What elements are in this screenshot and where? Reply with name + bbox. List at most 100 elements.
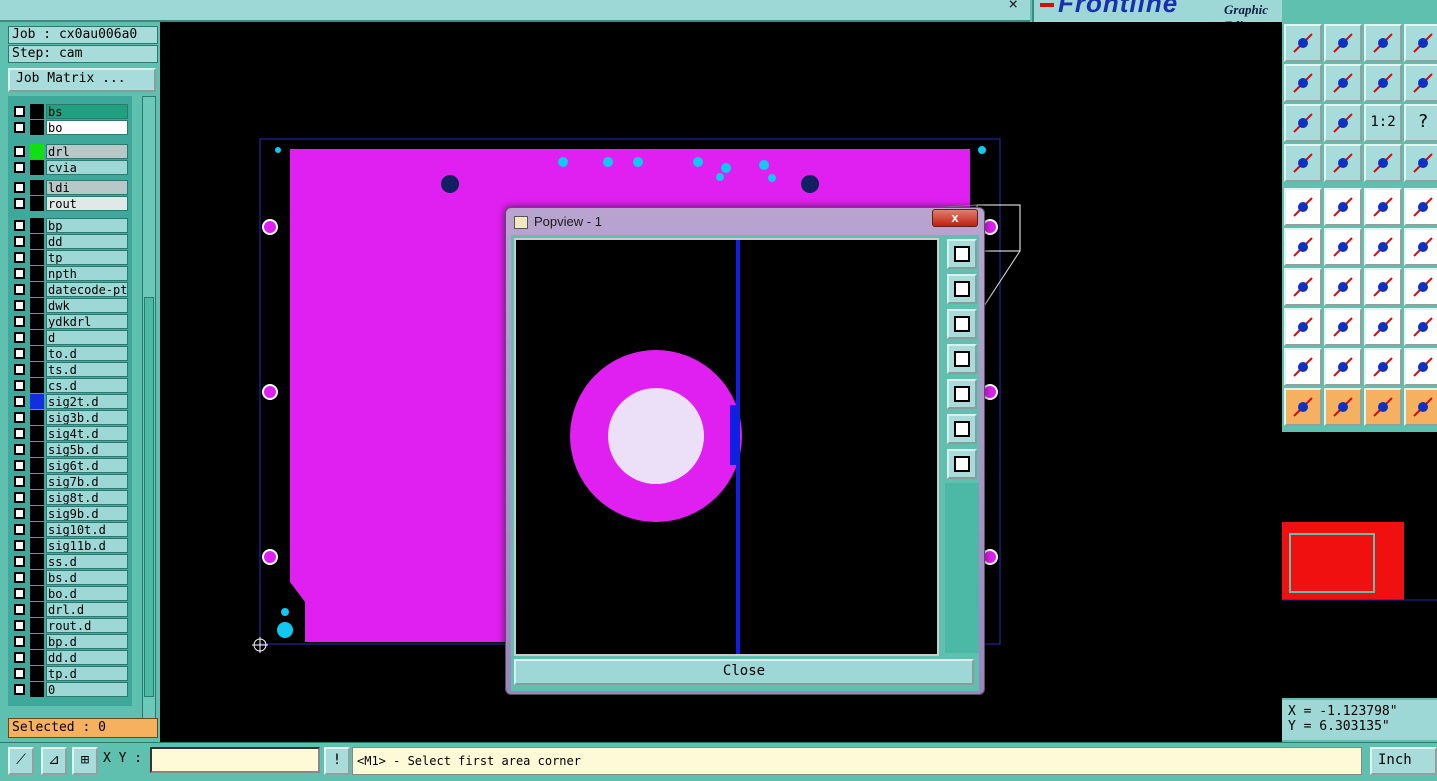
- layer-row[interactable]: cs.d: [8, 378, 132, 393]
- layer-row[interactable]: npth: [8, 266, 132, 281]
- layer-checkbox[interactable]: [14, 652, 25, 663]
- layer-color-swatch[interactable]: [30, 218, 44, 233]
- layer-row[interactable]: cvia: [8, 160, 132, 175]
- layer-color-swatch[interactable]: [30, 538, 44, 553]
- window-close-icon[interactable]: ×: [1008, 0, 1018, 13]
- circle-icon[interactable]: [1404, 188, 1437, 226]
- popview-close-x-button[interactable]: x: [932, 209, 978, 227]
- connect-icon[interactable]: [1284, 228, 1322, 266]
- resize-icon[interactable]: [1364, 308, 1402, 346]
- layer-name[interactable]: rout: [46, 196, 128, 211]
- snap-angle-icon[interactable]: ⊿: [41, 747, 67, 775]
- layer-color-swatch[interactable]: [30, 378, 44, 393]
- add-pad-icon[interactable]: [1284, 188, 1322, 226]
- layer-checkbox[interactable]: [14, 428, 25, 439]
- layer-name[interactable]: ydkdrl: [46, 314, 128, 329]
- move-left-icon[interactable]: [1284, 64, 1322, 102]
- ruler-icon[interactable]: [1364, 188, 1402, 226]
- layer-row[interactable]: sig7b.d: [8, 474, 132, 489]
- layer-name[interactable]: drl: [46, 144, 128, 159]
- layer-checkbox[interactable]: [14, 476, 25, 487]
- layer-name[interactable]: npth: [46, 266, 128, 281]
- layer-name[interactable]: sig2t.d: [46, 394, 128, 409]
- layer-color-swatch[interactable]: [30, 506, 44, 521]
- layer-checkbox[interactable]: [14, 146, 25, 157]
- cross-icon[interactable]: [1324, 228, 1362, 266]
- angle-icon[interactable]: [1284, 268, 1322, 306]
- move-up-icon[interactable]: [1284, 24, 1322, 62]
- layer-name[interactable]: dwk: [46, 298, 128, 313]
- warning-icon[interactable]: !: [324, 747, 350, 775]
- layer-color-swatch[interactable]: [30, 522, 44, 537]
- layer-row[interactable]: sig5b.d: [8, 442, 132, 457]
- split-view-icon[interactable]: [1404, 24, 1437, 62]
- layer-row[interactable]: bp.d: [8, 634, 132, 649]
- layer-name[interactable]: bp: [46, 218, 128, 233]
- layer-checkbox[interactable]: [14, 252, 25, 263]
- select-path-icon[interactable]: [1404, 388, 1437, 426]
- layer-name[interactable]: rout.d: [46, 618, 128, 633]
- layer-color-swatch[interactable]: [30, 618, 44, 633]
- overview-map[interactable]: [1282, 432, 1437, 698]
- layer-name[interactable]: cvia: [46, 160, 128, 175]
- xy-input[interactable]: [150, 747, 320, 773]
- layer-name[interactable]: ss.d: [46, 554, 128, 569]
- layer-checkbox[interactable]: [14, 348, 25, 359]
- scale-1-2-icon[interactable]: 1:2: [1364, 104, 1402, 142]
- layer-checkbox[interactable]: [14, 524, 25, 535]
- layer-checkbox[interactable]: [14, 220, 25, 231]
- layer-name[interactable]: 0: [46, 682, 128, 697]
- pan-left-icon[interactable]: [947, 344, 977, 374]
- layer-color-swatch[interactable]: [30, 104, 44, 119]
- layer-row[interactable]: dd.d: [8, 650, 132, 665]
- layer-row[interactable]: bs: [8, 104, 132, 119]
- grid-icon[interactable]: ⊞: [72, 747, 98, 775]
- layer-row[interactable]: ts.d: [8, 362, 132, 377]
- layer-name[interactable]: sig7b.d: [46, 474, 128, 489]
- layer-name[interactable]: bs.d: [46, 570, 128, 585]
- probe-icon[interactable]: [1324, 144, 1362, 182]
- layer-row[interactable]: dwk: [8, 298, 132, 313]
- layer-name[interactable]: ts.d: [46, 362, 128, 377]
- layer-checkbox[interactable]: [14, 106, 25, 117]
- scrollbar-thumb[interactable]: [144, 297, 154, 697]
- measure-icon[interactable]: [1284, 144, 1322, 182]
- layer-checkbox[interactable]: [14, 380, 25, 391]
- snap-grid-icon[interactable]: ⟋: [8, 747, 34, 775]
- layer-color-swatch[interactable]: [30, 144, 44, 159]
- diagonal-icon[interactable]: [1324, 268, 1362, 306]
- layer-name[interactable]: bs: [46, 104, 128, 119]
- layer-checkbox[interactable]: [14, 444, 25, 455]
- move-right-icon[interactable]: [1324, 64, 1362, 102]
- layer-row[interactable]: sig11b.d: [8, 538, 132, 553]
- layer-color-swatch[interactable]: [30, 682, 44, 697]
- traffic-light-icon[interactable]: [1364, 144, 1402, 182]
- layer-color-swatch[interactable]: [30, 346, 44, 361]
- layer-name[interactable]: bo: [46, 120, 128, 135]
- layer-row[interactable]: sig6t.d: [8, 458, 132, 473]
- snap-icon[interactable]: [1284, 308, 1322, 346]
- layer-checkbox[interactable]: [14, 684, 25, 695]
- layer-row[interactable]: sig3b.d: [8, 410, 132, 425]
- select-icon[interactable]: [1284, 388, 1322, 426]
- layer-checkbox[interactable]: [14, 604, 25, 615]
- layer-color-swatch[interactable]: [30, 250, 44, 265]
- popview-canvas[interactable]: [514, 238, 939, 656]
- layer-checkbox[interactable]: [14, 300, 25, 311]
- layer-name[interactable]: sig6t.d: [46, 458, 128, 473]
- layer-row[interactable]: sig10t.d: [8, 522, 132, 537]
- layer-row[interactable]: bo: [8, 120, 132, 135]
- layer-color-swatch[interactable]: [30, 490, 44, 505]
- layer-color-swatch[interactable]: [30, 410, 44, 425]
- layer-checkbox[interactable]: [14, 508, 25, 519]
- layer-color-swatch[interactable]: [30, 634, 44, 649]
- layer-checkbox[interactable]: [14, 162, 25, 173]
- layer-color-swatch[interactable]: [30, 554, 44, 569]
- layer-row[interactable]: sig8t.d: [8, 490, 132, 505]
- layer-name[interactable]: sig11b.d: [46, 538, 128, 553]
- traffic-light-2-icon[interactable]: [1404, 144, 1437, 182]
- layer-checkbox[interactable]: [14, 460, 25, 471]
- layer-row[interactable]: ss.d: [8, 554, 132, 569]
- layer-checkbox[interactable]: [14, 284, 25, 295]
- layer-checkbox[interactable]: [14, 492, 25, 503]
